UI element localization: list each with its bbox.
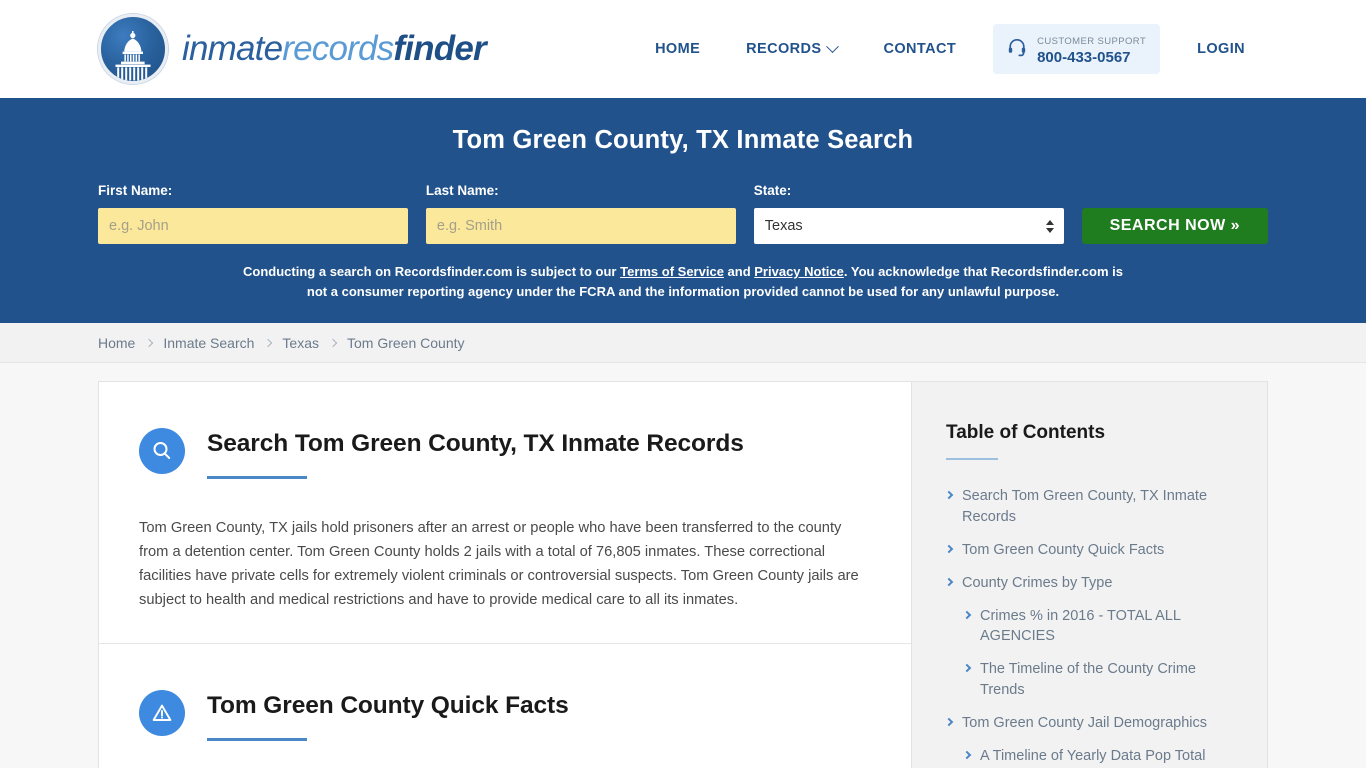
toc-link[interactable]: Tom Green County Jail Demographics — [962, 713, 1207, 734]
section-search-records: Search Tom Green County, TX Inmate Recor… — [99, 382, 911, 643]
search-now-button[interactable]: SEARCH NOW » — [1081, 208, 1268, 244]
breadcrumb-separator-icon — [145, 338, 154, 347]
logo-wordmark: inmaterecordsfinder — [182, 29, 487, 69]
nav-login-label: LOGIN — [1197, 41, 1245, 57]
chevron-down-icon — [826, 39, 840, 53]
toc-item-quick-facts[interactable]: Tom Green County Quick Facts — [944, 540, 1233, 561]
nav-contact-label: CONTACT — [883, 41, 957, 57]
toc-link[interactable]: The Timeline of the County Crime Trends — [980, 659, 1233, 701]
toc-link[interactable]: County Crimes by Type — [962, 573, 1112, 594]
breadcrumb: Home Inmate Search Texas Tom Green Count… — [98, 335, 465, 351]
support-phone: 800-433-0567 — [1037, 49, 1131, 66]
first-name-field-group: First Name: — [98, 183, 408, 244]
inmate-search-form: First Name: Last Name: State: Texas SEAR… — [98, 183, 1268, 244]
chevron-right-icon — [962, 664, 972, 673]
warning-circle-icon — [139, 689, 185, 736]
toc-list: Search Tom Green County, TX Inmate Recor… — [944, 486, 1233, 768]
support-text: CUSTOMER SUPPORT 800-433-0567 — [1037, 31, 1146, 68]
section-body-text: Tom Green County, TX jails hold prisoner… — [139, 520, 859, 608]
nav-home[interactable]: HOME — [632, 41, 723, 57]
hero-search-banner: Tom Green County, TX Inmate Search First… — [0, 98, 1366, 323]
breadcrumb-bar: Home Inmate Search Texas Tom Green Count… — [0, 323, 1366, 363]
toc-link[interactable]: Crimes % in 2016 - TOTAL ALL AGENCIES — [980, 606, 1233, 648]
breadcrumb-item-current: Tom Green County — [347, 334, 465, 351]
nav-contact[interactable]: CONTACT — [860, 41, 979, 57]
section-title: Search Tom Green County, TX Inmate Recor… — [207, 430, 744, 457]
toc-link[interactable]: A Timeline of Yearly Data Pop Total from… — [980, 746, 1233, 768]
last-name-label: Last Name: — [425, 183, 499, 198]
breadcrumb-separator-icon — [328, 338, 338, 347]
main-navigation: HOME RECORDS CONTACT CUSTOMER SUPPORT 80… — [632, 23, 1268, 75]
privacy-notice-link[interactable]: Privacy Notice — [754, 264, 844, 279]
toc-item-county-crimes-by-type[interactable]: County Crimes by Type — [944, 573, 1233, 594]
breadcrumb-item-texas[interactable]: Texas — [282, 335, 319, 351]
toc-item-jail-demographics[interactable]: Tom Green County Jail Demographics — [944, 713, 1233, 734]
terms-of-service-link[interactable]: Terms of Service — [620, 264, 724, 279]
support-label: CUSTOMER SUPPORT — [1037, 35, 1147, 47]
toc-link[interactable]: Search Tom Green County, TX Inmate Recor… — [962, 486, 1233, 528]
state-field-group: State: Texas — [753, 183, 1064, 244]
site-logo[interactable]: inmaterecordsfinder — [98, 14, 487, 84]
toc-item-search-records[interactable]: Search Tom Green County, TX Inmate Recor… — [944, 486, 1233, 528]
capitol-dome-icon — [98, 14, 168, 84]
logo-part-finder: finder — [393, 29, 486, 68]
nav-records[interactable]: RECORDS — [723, 39, 860, 57]
headset-icon — [1007, 37, 1027, 62]
main-content-card: Search Tom Green County, TX Inmate Recor… — [98, 381, 911, 768]
toc-underline — [946, 458, 998, 460]
section-header: Tom Green County Quick Facts — [139, 688, 871, 741]
section-title: Tom Green County Quick Facts — [207, 691, 569, 719]
chevron-right-icon — [944, 577, 954, 586]
disclaimer-part-2: and — [723, 264, 755, 279]
first-name-label: First Name: — [98, 183, 173, 198]
disclaimer-part-1: Conducting a search on Recordsfinder.com… — [243, 264, 621, 279]
section-title-wrap: Search Tom Green County, TX Inmate Recor… — [207, 426, 744, 479]
last-name-input[interactable] — [425, 208, 736, 244]
toc-item-yearly-data-pop-total[interactable]: A Timeline of Yearly Data Pop Total from… — [946, 746, 1233, 768]
chevron-right-icon — [944, 544, 954, 553]
first-name-input[interactable] — [98, 208, 408, 244]
toc-title: Table of Contents — [946, 422, 1106, 443]
toc-item-crime-trends-timeline[interactable]: The Timeline of the County Crime Trends — [946, 659, 1233, 701]
state-label: State: — [753, 183, 792, 198]
section-quick-facts: Tom Green County Quick Facts — [99, 642, 911, 768]
site-header: inmaterecordsfinder HOME RECORDS CONTACT — [0, 0, 1366, 98]
chevron-right-icon — [944, 717, 954, 727]
toc-item-crimes-percent-2016[interactable]: Crimes % in 2016 - TOTAL ALL AGENCIES — [946, 606, 1233, 648]
nav-login[interactable]: LOGIN — [1174, 41, 1268, 57]
page-content: Search Tom Green County, TX Inmate Recor… — [0, 363, 1366, 768]
state-select[interactable]: Texas — [753, 208, 1064, 244]
logo-part-inmate: inmate — [182, 29, 283, 68]
toc-link[interactable]: Tom Green County Quick Facts — [962, 540, 1164, 561]
breadcrumb-item-inmate-search[interactable]: Inmate Search — [163, 335, 254, 351]
breadcrumb-separator-icon — [264, 338, 273, 347]
chevron-right-icon — [962, 610, 972, 619]
section-title-wrap: Tom Green County Quick Facts — [207, 688, 569, 741]
page-title: Tom Green County, TX Inmate Search — [452, 126, 914, 154]
search-disclaimer: Conducting a search on Recordsfinder.com… — [243, 262, 1123, 301]
search-circle-icon — [139, 428, 185, 474]
chevron-right-icon — [944, 490, 954, 500]
chevron-right-icon — [962, 750, 972, 760]
logo-part-records: records — [282, 29, 394, 68]
nav-home-label: HOME — [655, 41, 701, 57]
breadcrumb-item-home[interactable]: Home — [98, 335, 135, 351]
last-name-field-group: Last Name: — [425, 183, 736, 244]
title-underline — [207, 737, 307, 741]
customer-support-box[interactable]: CUSTOMER SUPPORT 800-433-0567 — [993, 23, 1161, 75]
table-of-contents: Table of Contents Search Tom Green Count… — [911, 381, 1268, 768]
title-underline — [207, 476, 307, 479]
nav-records-label: RECORDS — [746, 41, 822, 57]
section-header: Search Tom Green County, TX Inmate Recor… — [139, 426, 871, 479]
